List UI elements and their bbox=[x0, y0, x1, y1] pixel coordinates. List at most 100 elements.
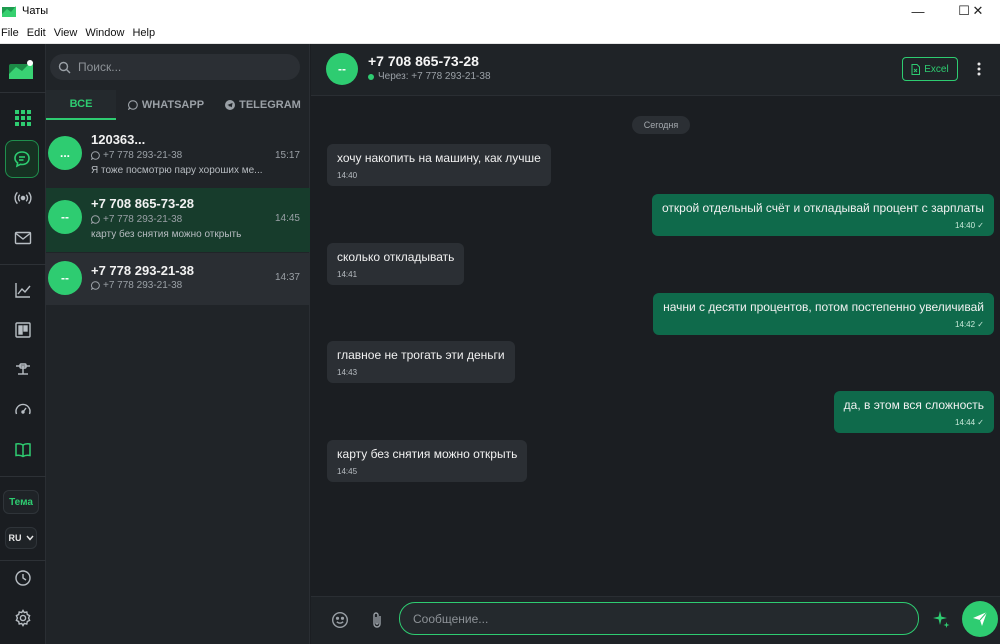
brand-logo-icon bbox=[9, 60, 33, 79]
message-time: 14:45 bbox=[337, 466, 358, 476]
rail-history[interactable] bbox=[0, 560, 46, 596]
search-input[interactable] bbox=[78, 60, 278, 74]
message-text: хочу накопить на машину, как лучше bbox=[337, 151, 541, 165]
via-label: Через: +7 778 293-21-38 bbox=[378, 71, 491, 82]
chat-name: +7 708 865-73-28 bbox=[91, 196, 195, 211]
rail-chats[interactable] bbox=[5, 140, 39, 178]
message-composer bbox=[311, 596, 1000, 644]
chat-via: +7 778 293-21-38 bbox=[91, 280, 182, 291]
incoming-message: главное не трогать эти деньги 14:43 bbox=[327, 341, 515, 383]
chat-time: 15:17 bbox=[274, 150, 300, 161]
message-input[interactable] bbox=[413, 611, 903, 626]
chat-name: 120363... bbox=[91, 132, 146, 147]
ai-sparkle-icon[interactable] bbox=[931, 609, 951, 629]
whatsapp-icon bbox=[91, 151, 100, 160]
message-text: карту без снятия можно открыть bbox=[337, 446, 518, 461]
message-time: 14:41 bbox=[337, 269, 358, 279]
chat-via-number: +7 778 293-21-38 bbox=[103, 214, 183, 225]
menu-file[interactable]: File bbox=[0, 27, 27, 39]
book-icon bbox=[15, 443, 31, 458]
mail-icon bbox=[14, 231, 32, 245]
conversation-header: -- +7 708 865-73-28 Через: +7 778 293-21… bbox=[311, 44, 1000, 96]
menu-window[interactable]: Window bbox=[85, 27, 132, 39]
tab-whatsapp-label: WHATSAPP bbox=[141, 99, 205, 111]
rail-settings[interactable] bbox=[0, 600, 46, 636]
minimize-button[interactable]: — bbox=[896, 0, 940, 22]
incoming-message: хочу накопить на машину, как лучше 14:40 bbox=[327, 144, 551, 186]
more-options-button[interactable] bbox=[971, 57, 987, 81]
rail-broadcast[interactable] bbox=[0, 180, 46, 216]
rail-board[interactable] bbox=[0, 312, 46, 348]
chat-via-number: +7 778 293-21-38 bbox=[103, 280, 183, 291]
more-vertical-icon bbox=[977, 62, 981, 76]
outgoing-message: открой отдельный счёт и откладывай проце… bbox=[651, 194, 994, 236]
search-box[interactable] bbox=[50, 54, 300, 80]
message-input-wrapper[interactable] bbox=[399, 602, 919, 635]
chat-preview: карту без снятия можно открыть bbox=[91, 229, 242, 240]
menu-view[interactable]: View bbox=[54, 27, 86, 39]
message-time: 14:40 ✓ bbox=[955, 221, 984, 230]
whatsapp-icon bbox=[91, 215, 100, 224]
chat-name: +7 778 293-21-38 bbox=[91, 263, 195, 278]
chat-list-item-selected[interactable]: -- +7 708 865-73-28 +7 778 293-21-38 кар… bbox=[46, 188, 310, 252]
rail-divider bbox=[0, 476, 46, 477]
rail-divider bbox=[0, 92, 46, 93]
rail-apps[interactable] bbox=[0, 100, 46, 136]
rail-knowledge[interactable] bbox=[0, 432, 46, 468]
rail-mail[interactable] bbox=[0, 220, 46, 256]
send-button[interactable] bbox=[962, 601, 998, 637]
chevron-down-icon bbox=[25, 535, 34, 541]
window-title: Чаты bbox=[22, 5, 49, 17]
clock-icon bbox=[15, 570, 31, 586]
nav-rail: Тема RU bbox=[0, 44, 46, 644]
chat-list-item[interactable]: ... 120363... +7 778 293-21-38 Я тоже по… bbox=[46, 124, 310, 188]
chat-icon bbox=[14, 151, 30, 168]
grid-icon bbox=[15, 110, 31, 126]
chart-icon bbox=[15, 283, 31, 298]
whatsapp-icon bbox=[127, 100, 138, 110]
outgoing-message: да, в этом вся сложность 14:44 ✓ bbox=[833, 391, 994, 433]
contact-status: Через: +7 778 293-21-38 bbox=[368, 71, 491, 82]
message-time: 14:42 ✓ bbox=[955, 319, 984, 329]
rail-pipeline[interactable] bbox=[0, 352, 46, 388]
avatar: -- bbox=[48, 261, 82, 295]
file-icon bbox=[911, 63, 921, 75]
language-value: RU bbox=[8, 533, 22, 543]
contact-name: +7 708 865-73-28 bbox=[368, 53, 479, 69]
date-divider: Сегодня bbox=[632, 116, 690, 134]
menu-edit[interactable]: Edit bbox=[27, 27, 54, 39]
board-icon bbox=[15, 322, 31, 338]
app-logo-icon bbox=[2, 6, 16, 17]
tab-whatsapp[interactable]: WHATSAPP bbox=[116, 90, 216, 120]
tab-all[interactable]: ВСЕ bbox=[46, 90, 116, 120]
theme-button[interactable]: Тема bbox=[3, 490, 39, 514]
tab-all-label: ВСЕ bbox=[69, 98, 93, 110]
message-time: 14:43 bbox=[337, 368, 358, 377]
gear-icon bbox=[15, 609, 31, 627]
rail-analytics[interactable] bbox=[0, 272, 46, 308]
chat-list-item[interactable]: -- +7 778 293-21-38 +7 778 293-21-38 14:… bbox=[46, 253, 310, 305]
language-select[interactable]: RU bbox=[5, 527, 37, 549]
avatar: -- bbox=[48, 200, 82, 234]
incoming-message: карту без снятия можно открыть 14:45 bbox=[327, 439, 528, 482]
pipeline-icon bbox=[16, 363, 30, 375]
tab-telegram[interactable]: TELEGRAM bbox=[216, 90, 310, 120]
chat-time: 14:37 bbox=[274, 272, 300, 283]
title-bar: Чаты — ☐ ✕ bbox=[0, 0, 1000, 22]
chat-via: +7 778 293-21-38 bbox=[91, 150, 182, 161]
avatar: ... bbox=[48, 136, 82, 170]
tab-telegram-label: TELEGRAM bbox=[239, 99, 301, 111]
excel-label: Excel bbox=[924, 63, 949, 75]
online-dot-icon bbox=[368, 73, 374, 80]
message-time: 14:44 ✓ bbox=[955, 418, 984, 427]
chat-preview: Я тоже посмотрю пару хороших ме... bbox=[91, 165, 263, 176]
excel-export-button[interactable]: Excel bbox=[902, 57, 958, 81]
chat-via: +7 778 293-21-38 bbox=[91, 214, 182, 225]
menu-help[interactable]: Help bbox=[132, 27, 163, 39]
rail-dashboard[interactable] bbox=[0, 392, 46, 428]
close-button[interactable]: ✕ bbox=[956, 0, 1000, 22]
message-text: да, в этом вся сложность bbox=[843, 398, 984, 412]
emoji-icon[interactable] bbox=[331, 611, 349, 629]
chat-time: 14:45 bbox=[274, 213, 300, 224]
attach-icon[interactable] bbox=[369, 611, 385, 629]
